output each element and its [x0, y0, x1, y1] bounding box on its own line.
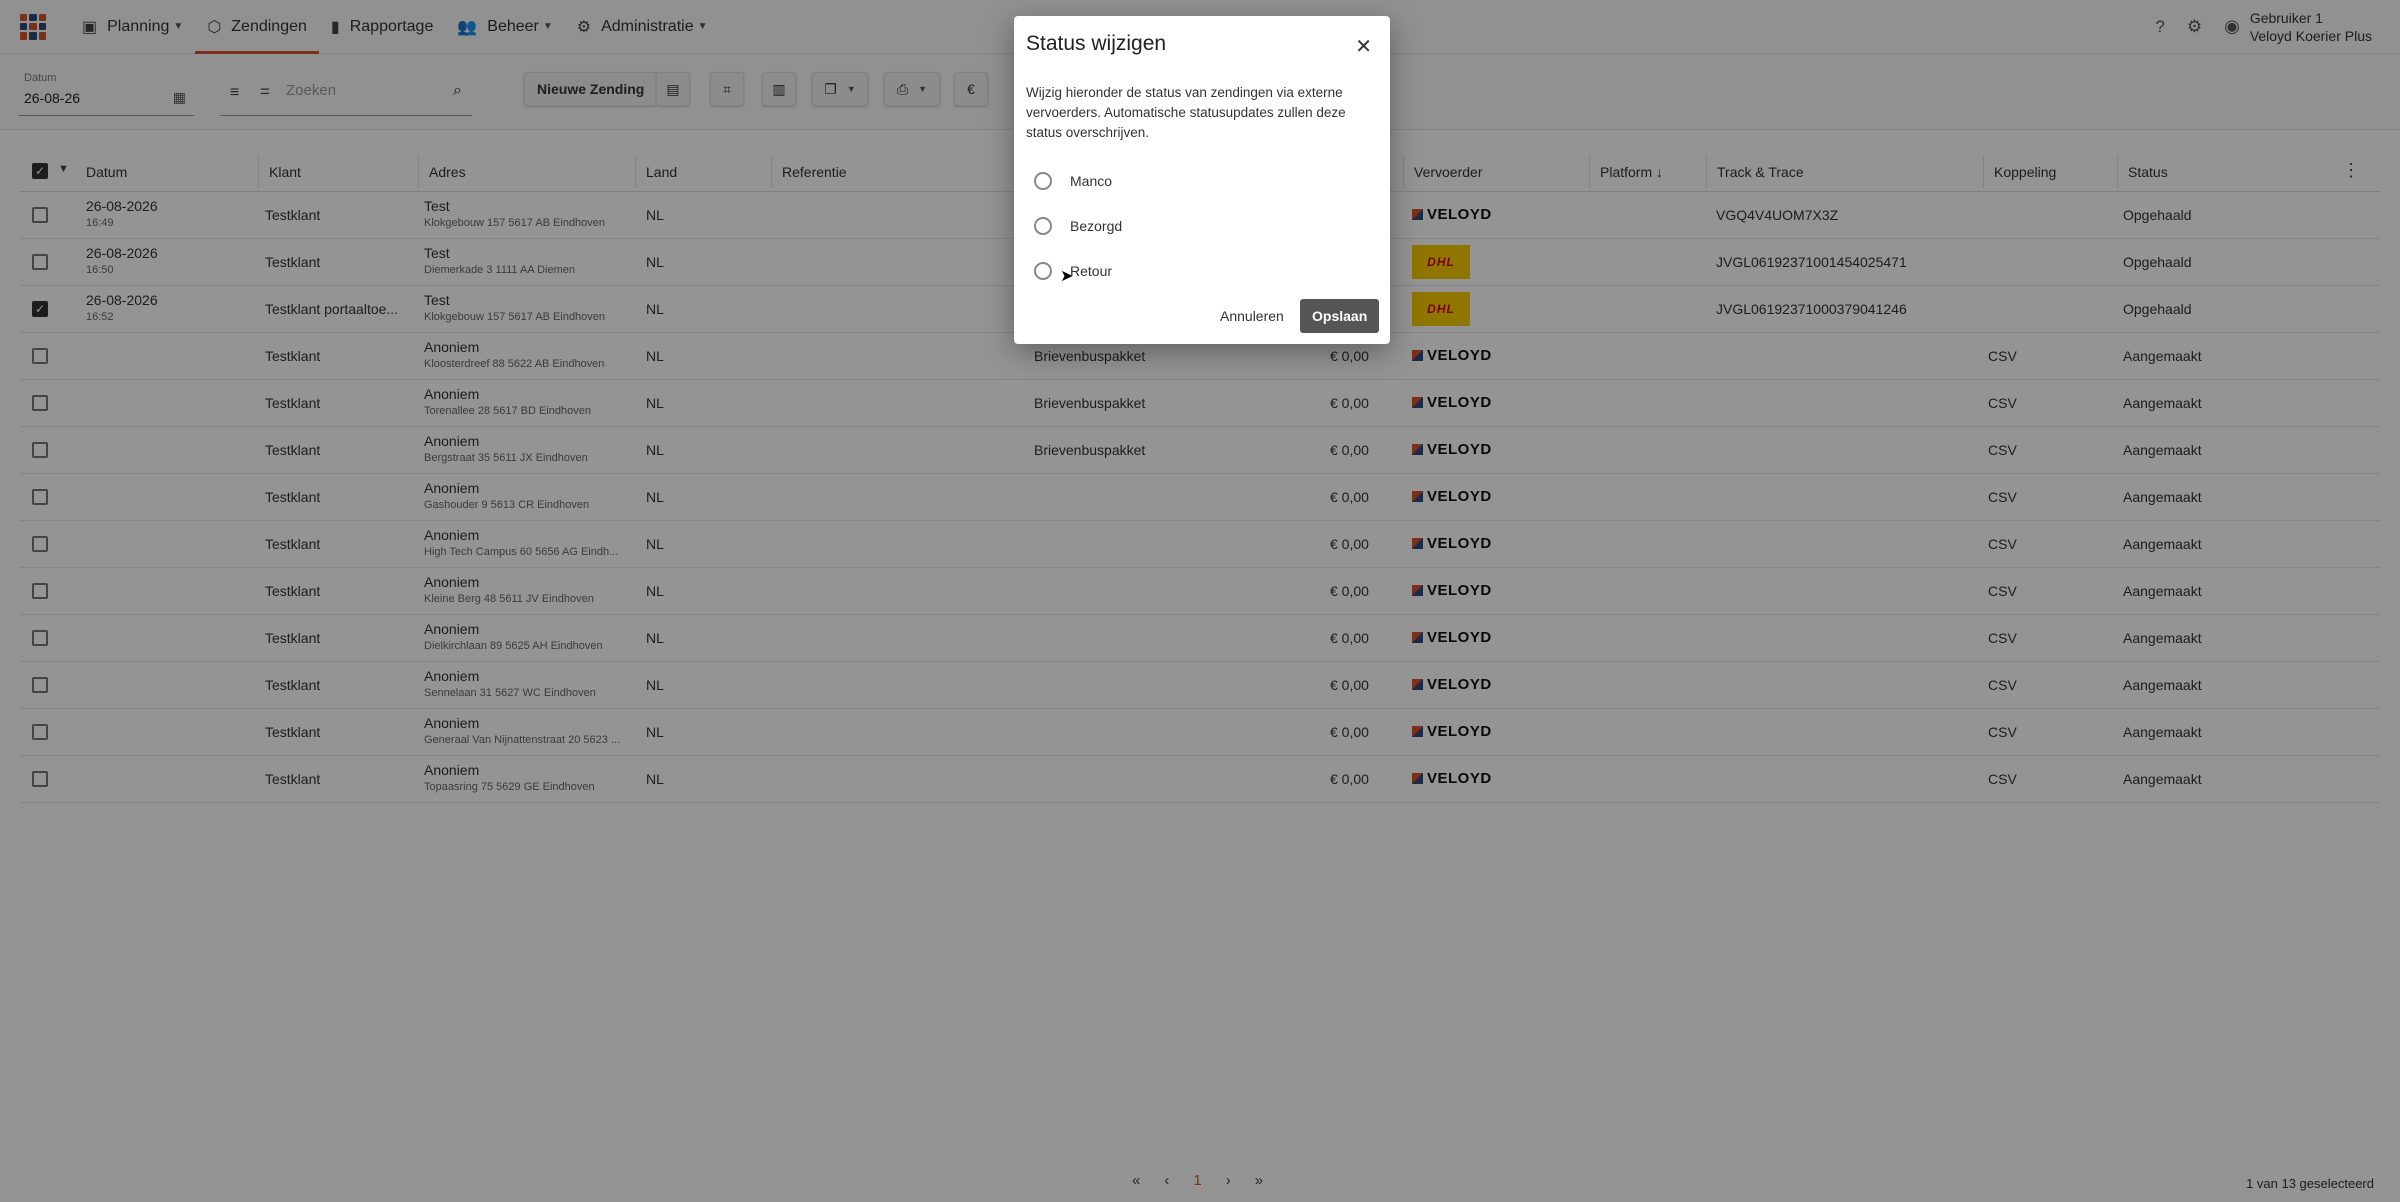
dialog-description: Wijzig hieronder de status van zendingen…: [1026, 85, 1346, 140]
radio-label-bezorgd: Bezorgd: [1070, 218, 1123, 234]
close-icon[interactable]: ✕: [1355, 34, 1372, 59]
radio-button[interactable]: [1034, 262, 1052, 280]
radio-button[interactable]: [1034, 217, 1052, 235]
radio-button[interactable]: [1034, 172, 1052, 190]
status-change-dialog: Status wijzigen ✕ Wijzig hieronder de st…: [1014, 16, 1390, 344]
radio-option-manco[interactable]: Manco: [1034, 172, 1112, 190]
radio-option-bezorgd[interactable]: Bezorgd: [1034, 217, 1122, 235]
radio-label-manco: Manco: [1070, 173, 1113, 189]
save-button[interactable]: Opslaan: [1300, 299, 1380, 333]
radio-label-retour: Retour: [1070, 263, 1113, 279]
dialog-title: Status wijzigen: [1026, 32, 1167, 55]
cancel-button[interactable]: Annuleren: [1210, 299, 1294, 333]
mouse-cursor-icon: ➤: [1060, 268, 1074, 285]
